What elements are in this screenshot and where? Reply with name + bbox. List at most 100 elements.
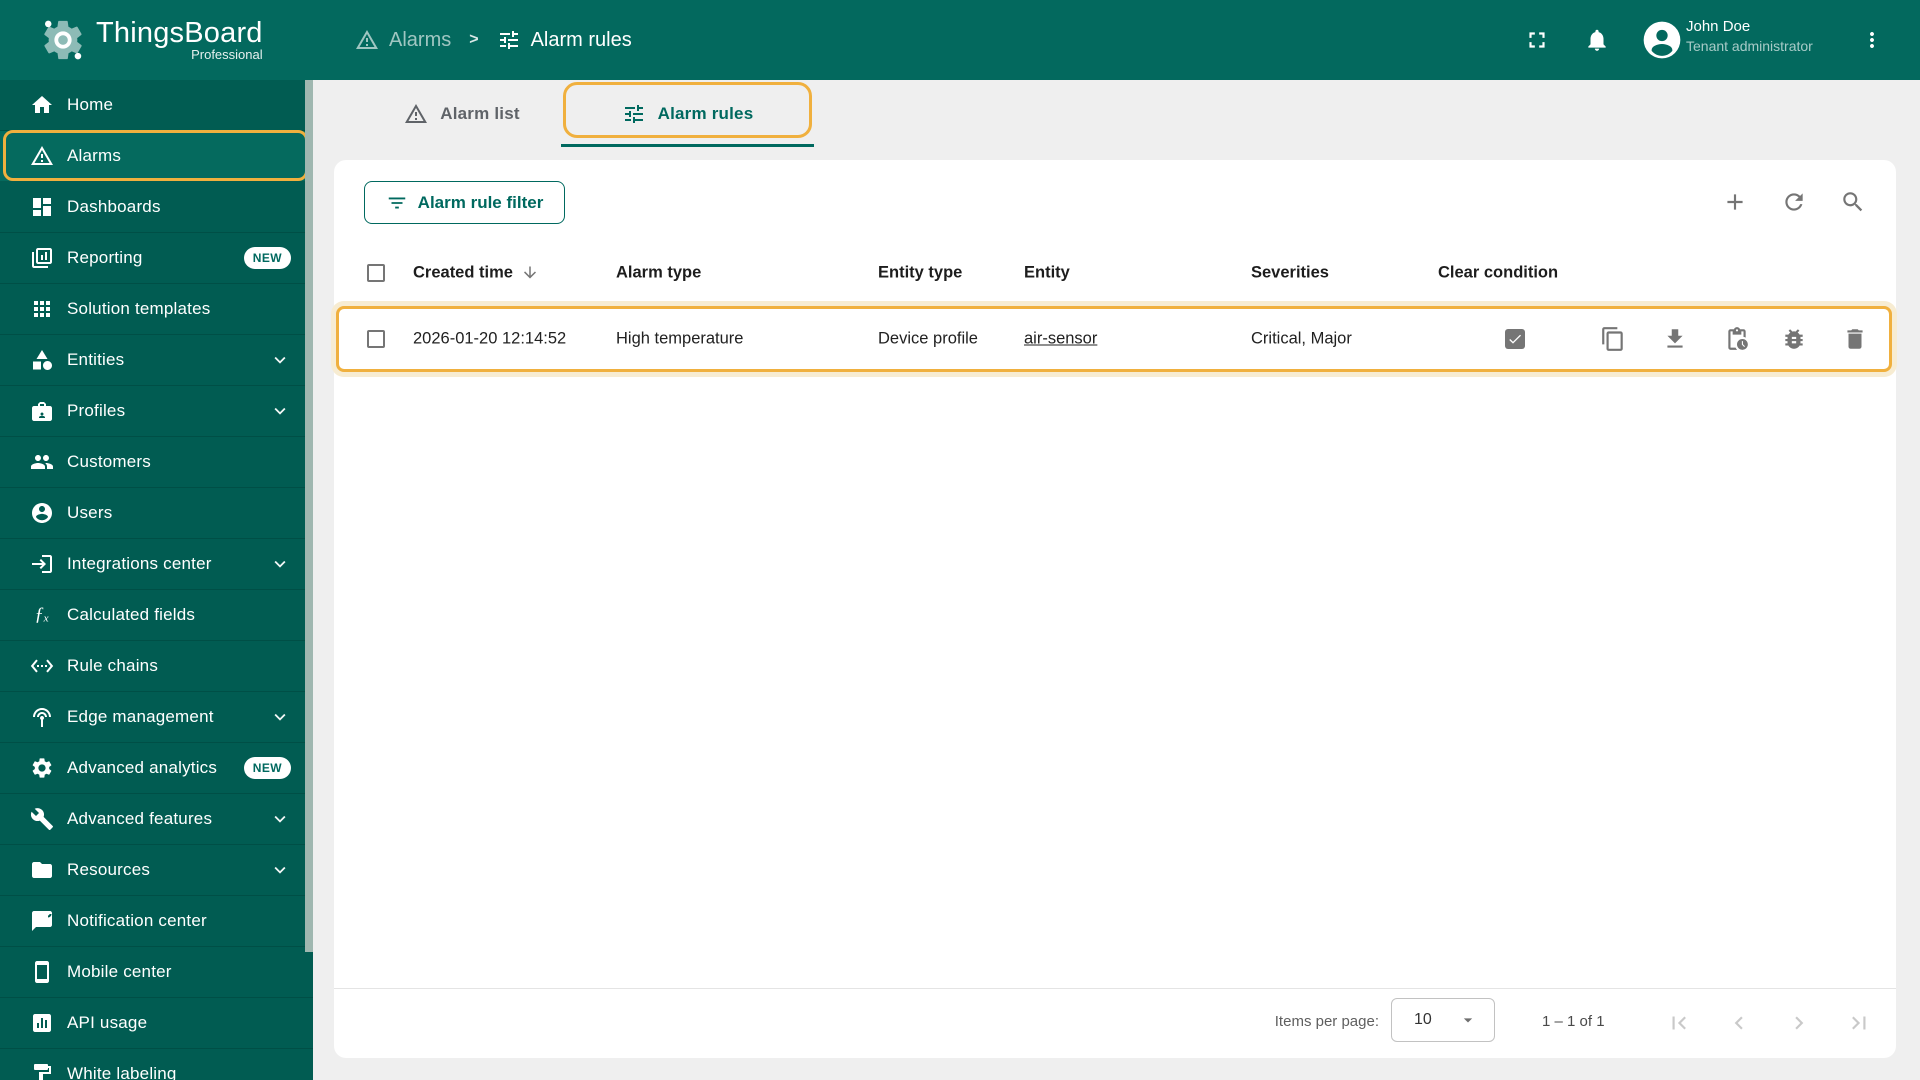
sidebar-item-label: Mobile center <box>67 962 172 981</box>
api-usage-icon <box>33 1014 51 1032</box>
sidebar-item-label: Reporting <box>67 248 143 267</box>
tab-alarm-rules[interactable]: Alarm rules <box>561 80 814 147</box>
column-header-severities[interactable]: Severities <box>1251 263 1329 282</box>
cell-created-time: 2026-01-20 12:14:52 <box>413 329 567 348</box>
last-page-icon[interactable] <box>1846 1010 1872 1036</box>
sort-descending-icon[interactable] <box>521 264 539 282</box>
sidebar-item-resources[interactable]: Resources <box>0 845 313 896</box>
sidebar-item-entities[interactable]: Entities <box>0 335 313 386</box>
fullscreen-icon[interactable] <box>1524 27 1550 53</box>
column-header-clear-condition[interactable]: Clear condition <box>1438 263 1558 282</box>
breadcrumb: Alarms > Alarm rules <box>355 28 632 52</box>
solution-templates-icon <box>34 301 50 317</box>
avatar[interactable] <box>1642 20 1682 60</box>
sidebar-item-advanced-analytics[interactable]: Advanced analytics NEW <box>0 743 313 794</box>
table-row[interactable]: 2026-01-20 12:14:52 High temperature Dev… <box>336 306 1892 372</box>
thingsboard-logo-icon <box>44 20 82 60</box>
sidebar-item-api-usage[interactable]: API usage <box>0 998 313 1049</box>
sidebar-item-label: Resources <box>67 860 151 879</box>
sidebar-item-advanced-features[interactable]: Advanced features <box>0 794 313 845</box>
mobile-center-icon <box>35 961 49 983</box>
filter-button-label: Alarm rule filter <box>417 192 544 212</box>
column-header-entity[interactable]: Entity <box>1024 263 1070 282</box>
sidebar-item-customers[interactable]: Customers <box>0 437 313 488</box>
refresh-icon[interactable] <box>1781 189 1807 215</box>
alarm-rule-filter-button[interactable]: Alarm rule filter <box>364 181 565 224</box>
sidebar-item-mobile-center[interactable]: Mobile center <box>0 947 313 998</box>
breadcrumb-alarms[interactable]: Alarms <box>355 28 451 52</box>
first-page-icon[interactable] <box>1666 1010 1692 1036</box>
sidebar-item-label: Calculated fields <box>67 605 196 624</box>
breadcrumb-label: Alarm rules <box>530 28 632 51</box>
clear-condition-checkbox[interactable] <box>1505 329 1525 349</box>
sidebar-item-calculated-fields[interactable]: ƒₓ Calculated fields <box>0 590 313 641</box>
tab-label: Alarm list <box>440 103 520 123</box>
items-per-page-select[interactable]: 10 <box>1391 998 1495 1042</box>
new-badge: NEW <box>243 247 291 269</box>
sidebar-item-reporting[interactable]: Reporting NEW <box>0 233 313 284</box>
tab-label: Alarm rules <box>657 103 754 123</box>
sidebar-item-edge-management[interactable]: Edge management <box>0 692 313 743</box>
delete-trash-icon[interactable] <box>1842 326 1868 352</box>
filter-icon <box>388 197 405 208</box>
sidebar-item-label: Users <box>67 503 113 522</box>
previous-page-icon[interactable] <box>1726 1010 1752 1036</box>
chevron-down-icon <box>274 560 286 568</box>
cell-entity-link[interactable]: air-sensor <box>1024 330 1097 349</box>
sidebar-item-rule-chains[interactable]: Rule chains <box>0 641 313 692</box>
edge-management-icon <box>33 708 51 727</box>
sidebar-item-integrations-center[interactable]: Integrations center <box>0 539 313 590</box>
column-header-alarm-type[interactable]: Alarm type <box>616 263 701 282</box>
user-info[interactable]: John Doe Tenant administrator <box>1686 18 1836 54</box>
next-page-icon[interactable] <box>1786 1010 1812 1036</box>
advanced-analytics-icon <box>32 758 52 778</box>
tab-alarm-list[interactable]: Alarm list <box>363 80 561 147</box>
sidebar: Home Alarms Dashboards Reporting NEW Solution… <box>0 80 313 1080</box>
select-all-checkbox[interactable] <box>367 263 385 282</box>
breadcrumb-alarm-rules[interactable]: Alarm rules <box>497 28 632 52</box>
chevron-down-icon <box>274 713 286 721</box>
sidebar-scrollbar[interactable] <box>305 80 313 952</box>
debug-bug-icon[interactable] <box>1781 326 1807 352</box>
white-labeling-icon <box>34 1064 51 1080</box>
calculated-fields-icon: ƒₓ <box>34 604 50 625</box>
notifications-bell-icon[interactable] <box>1584 27 1610 53</box>
breadcrumb-label: Alarms <box>389 28 452 51</box>
sidebar-item-label: Dashboards <box>67 197 161 216</box>
sidebar-item-solution-templates[interactable]: Solution templates <box>0 284 313 335</box>
items-per-page-label: Items per page: <box>1274 1013 1379 1030</box>
items-per-page-value: 10 <box>1414 1011 1432 1028</box>
sidebar-item-white-labeling[interactable]: White labeling <box>0 1049 313 1080</box>
notification-center-icon <box>32 911 52 931</box>
kebab-menu-icon[interactable] <box>1860 28 1884 52</box>
app-logo[interactable]: ThingsBoard Professional <box>0 17 313 63</box>
warning-icon <box>405 103 428 123</box>
column-header-entity-type[interactable]: Entity type <box>878 263 962 282</box>
sidebar-item-home[interactable]: Home <box>0 80 313 131</box>
download-icon[interactable] <box>1662 326 1688 352</box>
sidebar-item-profiles[interactable]: Profiles <box>0 386 313 437</box>
sidebar-item-users[interactable]: Users <box>0 488 313 539</box>
check-icon <box>1509 334 1521 344</box>
app-header: ThingsBoard Professional Alarms > Alarm … <box>0 0 1920 80</box>
sidebar-item-notification-center[interactable]: Notification center <box>0 896 313 947</box>
column-header-created-time[interactable]: Created time <box>413 263 539 282</box>
row-checkbox[interactable] <box>367 330 385 348</box>
customers-icon <box>31 455 53 469</box>
pending-actions-icon[interactable] <box>1724 326 1750 352</box>
sidebar-item-dashboards[interactable]: Dashboards <box>0 182 313 233</box>
copy-icon[interactable] <box>1600 326 1626 352</box>
chevron-down-icon <box>274 866 286 874</box>
cell-severities: Critical, Major <box>1251 329 1352 348</box>
pagination-range: 1 – 1 of 1 <box>1542 1013 1605 1030</box>
sidebar-item-alarms[interactable]: Alarms <box>0 130 313 182</box>
resources-icon <box>32 862 52 878</box>
chevron-down-icon <box>274 815 286 823</box>
reporting-icon <box>32 248 52 268</box>
tune-icon <box>624 104 643 123</box>
alarms-icon <box>31 146 53 165</box>
add-icon[interactable] <box>1722 189 1748 215</box>
sidebar-item-label: Notification center <box>67 911 207 930</box>
sidebar-item-label: White labeling <box>67 1064 177 1080</box>
search-icon[interactable] <box>1840 189 1866 215</box>
